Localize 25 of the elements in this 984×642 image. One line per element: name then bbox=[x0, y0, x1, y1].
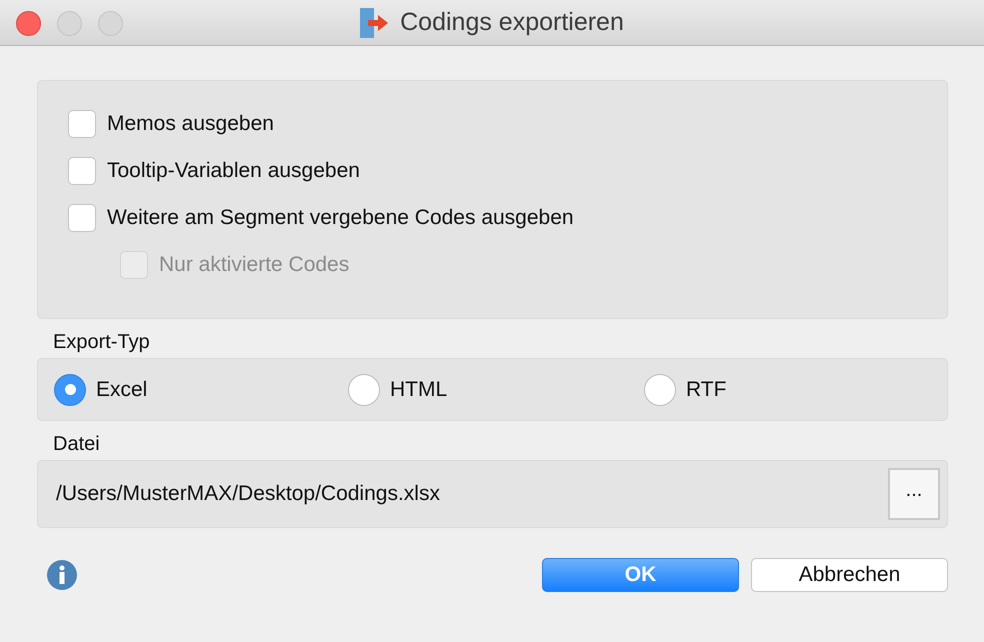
section-label: Export-Typ bbox=[53, 331, 151, 354]
file-path: /Users/MusterMAX/Desktop/Codings.xlsx bbox=[56, 482, 440, 506]
checkbox[interactable] bbox=[68, 157, 96, 185]
radio-label: HTML bbox=[390, 378, 448, 402]
radio-button[interactable] bbox=[644, 374, 676, 406]
checkbox-label: Nur aktivierte Codes bbox=[159, 253, 350, 277]
radio-label: Excel bbox=[96, 378, 148, 402]
checkbox[interactable] bbox=[68, 204, 96, 232]
checkbox[interactable] bbox=[68, 110, 96, 138]
file-path-field[interactable]: /Users/MusterMAX/Desktop/Codings.xlsx ... bbox=[37, 460, 948, 528]
checkbox-label: Weitere am Segment vergebene Codes ausgeben bbox=[107, 206, 574, 230]
checkbox-label: Memos ausgeben bbox=[107, 112, 274, 136]
zoom-button[interactable] bbox=[98, 11, 123, 36]
radio-button[interactable] bbox=[54, 374, 86, 406]
radio-button[interactable] bbox=[348, 374, 380, 406]
window-title: Codings exportieren bbox=[400, 8, 624, 37]
checkbox-label: Tooltip-Variablen ausgeben bbox=[107, 159, 360, 183]
section-label: Datei bbox=[53, 433, 101, 456]
info-icon[interactable] bbox=[46, 559, 78, 591]
minimize-button[interactable] bbox=[57, 11, 82, 36]
browse-button[interactable]: ... bbox=[888, 468, 940, 520]
close-button[interactable] bbox=[16, 11, 41, 36]
radio-label: RTF bbox=[686, 378, 726, 402]
export-icon bbox=[360, 8, 390, 38]
cancel-button[interactable]: Abbrechen bbox=[751, 558, 948, 592]
